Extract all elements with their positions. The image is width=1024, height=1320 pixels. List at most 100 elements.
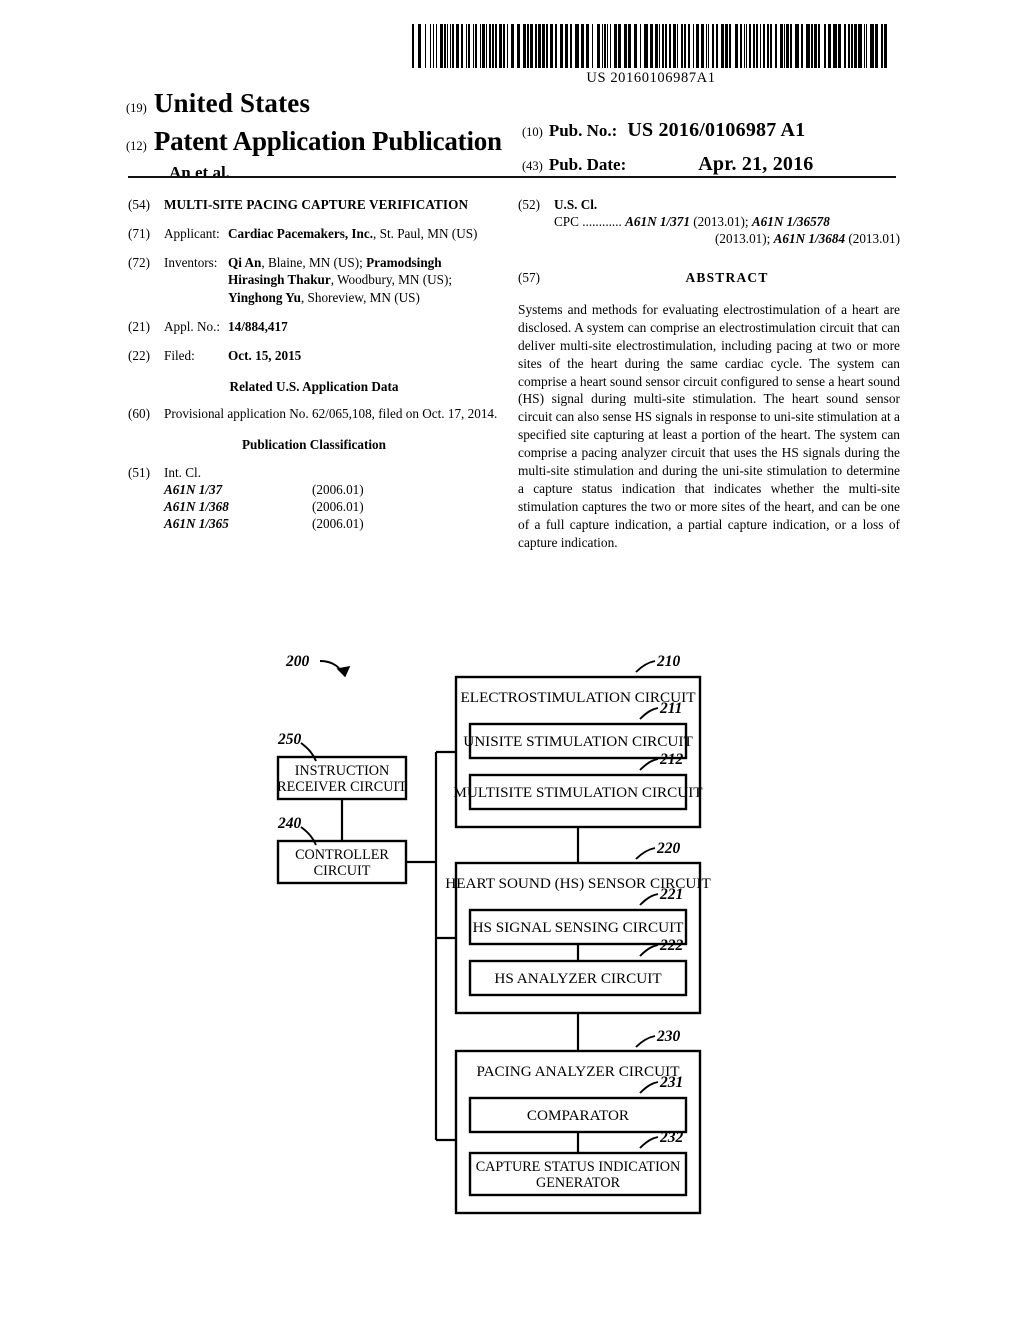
cpc-label: CPC [554,214,579,230]
int-cl-code: A61N 1/37 [164,481,223,497]
inventors-label: Inventors: [164,255,218,271]
ref-250-leader [300,742,317,762]
inventors-value: Qi An, Blaine, MN (US); Pramodsingh Hira… [228,254,500,305]
barcode-block: US 20160106987A1 [412,24,890,87]
abstract-heading: ABSTRACT [685,270,769,286]
cpc-code-1: A61N 1/371 [625,214,690,230]
ref-230-leader [635,1035,656,1048]
cpc-code-2: A61N 1/36578 [751,214,830,230]
ref-221-leader [639,893,659,906]
pub-no-value: US 2016/0106987 A1 [627,119,806,141]
block-222-label: HS ANALYZER CIRCUIT [494,970,662,987]
ref-200-arrowhead [336,666,351,678]
code-21: (21) [128,318,150,334]
abstract-text: Systems and methods for evaluating elect… [518,302,900,550]
int-cl-heading: Int. Cl. [164,464,201,480]
figure-ref-240: 240 [277,815,302,832]
code-22: (22) [128,347,150,363]
us-cl-heading: U.S. Cl. [554,197,598,212]
block-230-label: PACING ANALYZER CIRCUIT [477,1063,681,1080]
figure-ref-222: 222 [659,937,684,954]
int-cl-version: (2006.01) [312,516,364,532]
block-221-label: HS SIGNAL SENSING CIRCUIT [473,919,685,936]
publication-classification-heading: Publication Classification [242,437,386,453]
block-232-label-line1: CAPTURE STATUS INDICATION [476,1159,681,1175]
block-211-label: UNISITE STIMULATION CIRCUIT [463,733,693,750]
field-inventors: (72) Inventors: Qi An, Blaine, MN (US); … [128,254,500,305]
code-71: (71) [128,226,150,242]
related-application-text: Provisional application No. 62/065,108, … [164,406,498,422]
applicant-label: Applicant: [164,226,220,242]
code-51: (51) [128,464,150,480]
int-cl-row: A61N 1/368 (2006.01) [164,498,500,515]
cpc-ver-3: (2013.01) [845,231,900,247]
int-cl-row: A61N 1/365 (2006.01) [164,515,500,532]
applicant-name: Cardiac Pacemakers, Inc. [228,226,374,242]
pub-date-row: (43) Pub. Date: Apr. 21, 2016 [522,153,902,176]
appl-no-value: 14/884,417 [228,318,288,334]
inventor-3-name: Yinghong Yu [228,289,301,305]
cpc-ver-2: (2013.01); [715,231,774,247]
applicant-address: , St. Paul, MN (US) [373,226,478,242]
code-10: (10) [522,125,543,139]
ref-232-leader [639,1136,659,1149]
ref-212-leader [639,758,659,771]
int-cl-code: A61N 1/368 [164,498,229,514]
code-52: (52) [518,197,540,212]
cpc-ver-1: (2013.01); [689,214,752,230]
int-cl-row: A61N 1/37 (2006.01) [164,481,500,498]
field-applicant: (71) Applicant: Cardiac Pacemakers, Inc.… [128,225,500,242]
bibliographic-right-column: (52) U.S. Cl. CPC ............ A61N 1/37… [518,196,900,551]
inventor-1-address: , Blaine, MN (US); [261,255,367,271]
figure-ref-231: 231 [659,1074,683,1091]
block-240-label-line1: CONTROLLER [295,847,389,863]
field-int-cl: (51) Int. Cl. A61N 1/37 (2006.01) A61N 1… [128,464,500,533]
invention-title: MULTI-SITE PACING CAPTURE VERIFICATION [164,197,469,212]
code-60: (60) [128,406,150,422]
inventor-2-address: , Woodbury, MN (US); [330,272,453,288]
inventor-1-name: Qi An [228,255,262,271]
block-240-label-line2: CIRCUIT [314,863,371,879]
code-12: (12) [126,139,147,153]
cpc-line: CPC ............ A61N 1/371 (2013.01); A… [554,213,900,230]
field-title: (54) MULTI-SITE PACING CAPTURE VERIFICAT… [128,196,500,213]
int-cl-body: Int. Cl. A61N 1/37 (2006.01) A61N 1/368 … [164,464,500,533]
bibliographic-left-column: (54) MULTI-SITE PACING CAPTURE VERIFICAT… [128,196,500,544]
cpc-line-continued: (2013.01); A61N 1/3684 (2013.01) [554,230,900,247]
pub-date-label: Pub. Date: [548,155,627,174]
block-232-label-line2: GENERATOR [536,1175,621,1191]
code-57: (57) [518,270,540,286]
code-54: (54) [128,197,150,212]
us-cl-body: U.S. Cl. CPC ............ A61N 1/371 (20… [554,196,900,247]
field-us-cl: (52) U.S. Cl. CPC ............ A61N 1/37… [518,196,900,247]
pub-no-row: (10) Pub. No.: US 2016/0106987 A1 [522,119,902,142]
figure-ref-212: 212 [659,751,684,768]
ref-222-leader [639,944,659,957]
ref-211-leader [639,707,659,720]
figure-ref-220: 220 [656,840,681,857]
applicant-value: Cardiac Pacemakers, Inc., St. Paul, MN (… [228,225,500,242]
code-72: (72) [128,255,150,271]
code-43: (43) [522,159,543,173]
ref-220-leader [635,847,656,860]
inventor-3-address: , Shoreview, MN (US) [300,289,420,305]
figure-ref-230: 230 [656,1028,681,1045]
block-250-label-line2: RECEIVER CIRCUIT [277,779,407,795]
block-250-label-line1: INSTRUCTION [295,763,390,779]
code-19: (19) [126,101,147,115]
figure-ref-210: 210 [656,653,681,670]
abstract-heading-row: (57) ABSTRACT [518,269,900,287]
ref-210-leader [635,660,656,673]
figure-ref-200: 200 [285,653,310,670]
block-231-label: COMPARATOR [527,1107,630,1124]
filed-label: Filed: [164,347,195,363]
figure-200-block-diagram: .bx{fill:none;stroke:#000;stroke-width:2… [0,630,1024,1250]
patent-publication-page: US 20160106987A1 (19) United States (12)… [0,0,1024,1320]
header-divider [128,176,896,178]
publication-number-text: US 20160106987A1 [586,70,716,86]
ref-231-leader [639,1081,659,1094]
filed-value: Oct. 15, 2015 [228,347,302,363]
cpc-code-3: A61N 1/3684 [773,231,846,247]
field-appl-no: (21) Appl. No.: 14/884,417 [128,318,500,335]
field-filed: (22) Filed: Oct. 15, 2015 [128,347,500,364]
